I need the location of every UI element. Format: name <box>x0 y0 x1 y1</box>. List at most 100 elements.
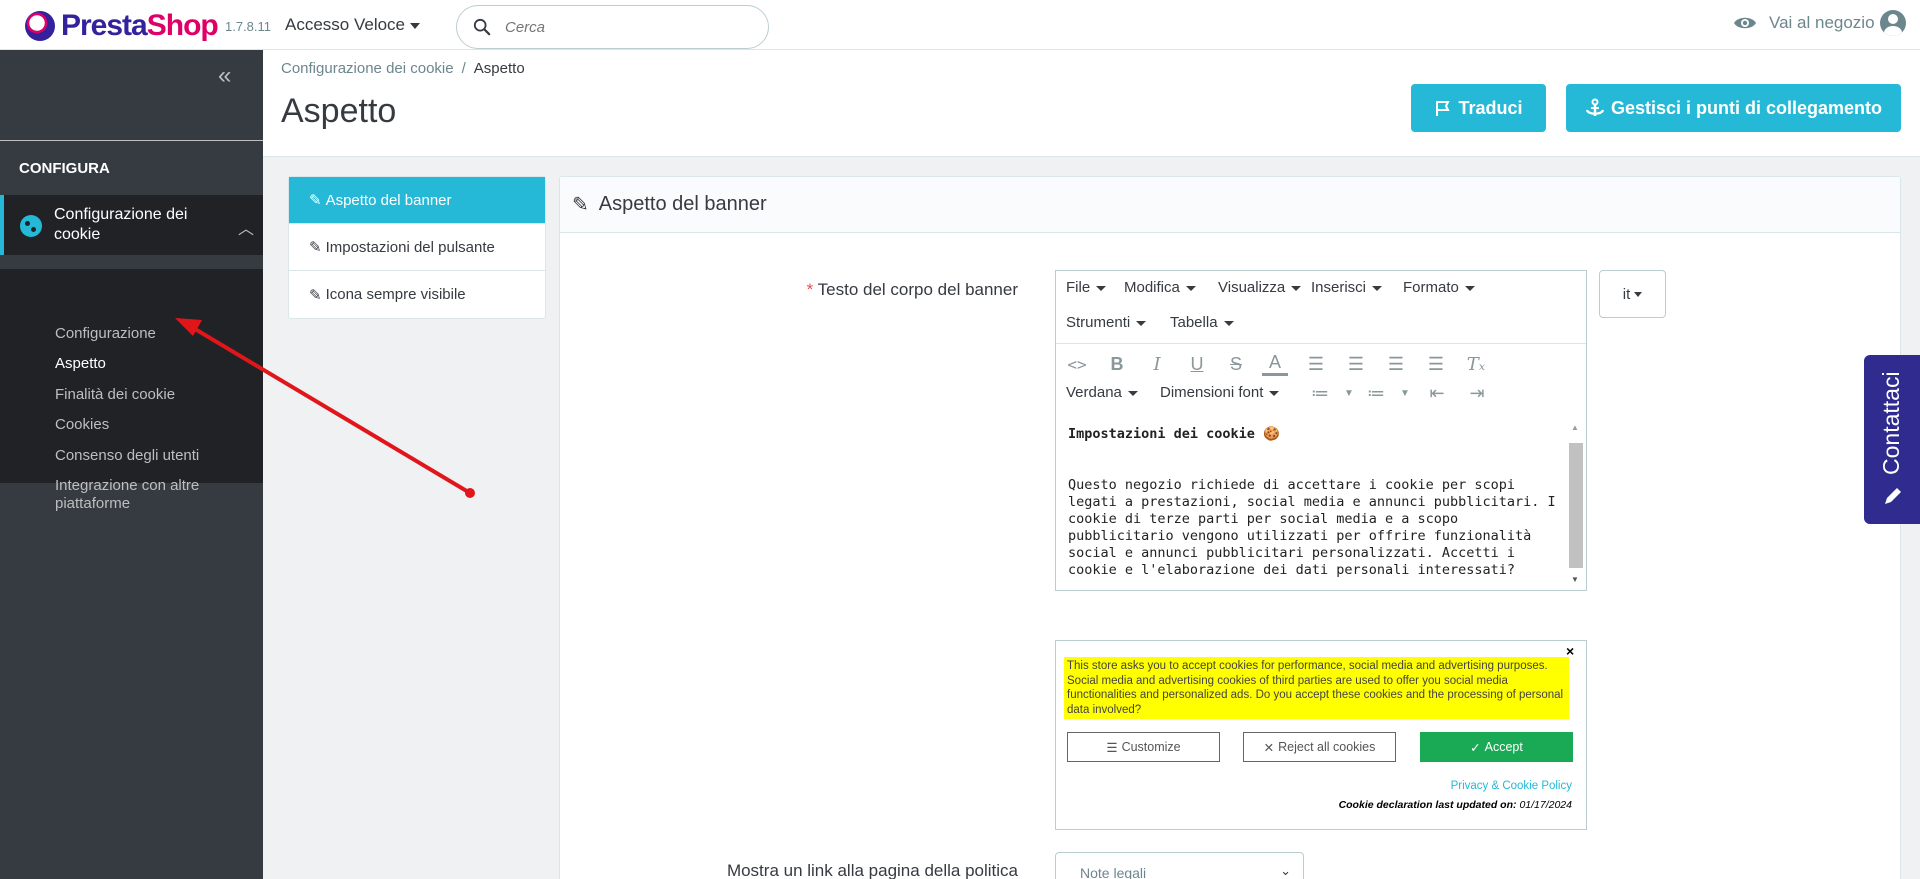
align-left-icon[interactable]: ☰ <box>1303 352 1329 376</box>
caret-down-icon <box>1464 285 1475 291</box>
caret-down-icon[interactable]: ▼ <box>1392 381 1418 405</box>
caret-down-icon[interactable]: ▼ <box>1336 381 1362 405</box>
clear-format-icon[interactable]: Tₓ <box>1463 352 1489 376</box>
policy-link-label: Mostra un link alla pagina della politic… <box>726 861 1018 879</box>
accept-button[interactable]: ✓ Accept <box>1420 732 1573 762</box>
menu-view[interactable]: Visualizza <box>1218 279 1302 296</box>
submenu-item-user-consent[interactable]: Consenso degli utenti <box>55 447 199 465</box>
logo-text: PrestaShop <box>61 9 219 42</box>
preview-banner-text: This store asks you to accept cookies fo… <box>1064 657 1569 719</box>
sidebar: « CONFIGURA Configurazione dei cookie ︿ … <box>0 50 263 879</box>
menu-edit[interactable]: Modifica <box>1124 279 1196 296</box>
pencil-icon: ✎ <box>309 192 322 209</box>
underline-icon[interactable]: U <box>1184 352 1210 376</box>
submenu-item-cookie-purposes[interactable]: Finalità dei cookie <box>55 386 175 404</box>
settings-tabs: ✎ Aspetto del banner ✎ Impostazioni del pu… <box>288 176 546 319</box>
anchor-icon <box>1585 98 1605 116</box>
view-shop-link[interactable]: Vai al negozio <box>1733 13 1875 33</box>
editor-content-title: Impostazioni dei cookie 🍪 <box>1068 426 1280 442</box>
caret-down-icon <box>410 22 421 29</box>
sliders-icon: ☰ <box>1106 740 1118 755</box>
bullet-list-icon[interactable]: ≔ <box>1307 381 1333 405</box>
pencil-icon: ✎ <box>309 286 322 304</box>
quick-access-dropdown[interactable]: Accesso Veloce <box>285 15 421 35</box>
sidebar-item-cookie-configuration[interactable]: Configurazione dei cookie ︿ <box>0 195 263 255</box>
pencil-icon: ✎ <box>572 194 589 216</box>
tab-label: Icona sempre visibile <box>325 286 466 303</box>
submenu-item-configuration[interactable]: Configurazione <box>55 325 156 343</box>
menu-tools[interactable]: Strumenti <box>1066 314 1147 331</box>
search-input[interactable] <box>505 16 745 38</box>
reject-all-button[interactable]: ✕ Reject all cookies <box>1243 732 1396 762</box>
font-size-select[interactable]: Dimensioni font <box>1160 384 1280 401</box>
translate-button[interactable]: Traduci <box>1411 84 1546 132</box>
panel-header: ✎ Aspetto del banner <box>560 177 1900 233</box>
customize-button[interactable]: ☰ Customize <box>1067 732 1220 762</box>
translate-label: Traduci <box>1458 97 1523 118</box>
rich-text-editor[interactable]: File Modifica Visualizza Inserisci Forma… <box>1055 270 1587 591</box>
manage-hooks-button[interactable]: Gestisci i punti di collegamento <box>1566 84 1901 132</box>
banner-appearance-panel: ✎ Aspetto del banner * Testo del corpo d… <box>559 176 1901 879</box>
manage-hooks-label: Gestisci i punti di collegamento <box>1610 97 1883 118</box>
caret-down-icon <box>1634 291 1643 297</box>
caret-down-icon <box>1136 320 1147 326</box>
indent-icon[interactable]: ⇥ <box>1464 381 1490 405</box>
tab-label: Impostazioni del pulsante <box>325 238 495 256</box>
prestashop-logo[interactable]: PrestaShop <box>25 9 219 43</box>
contact-us-tab[interactable]: Contattaci <box>1864 355 1920 524</box>
menu-insert[interactable]: Inserisci <box>1311 279 1383 296</box>
sidebar-divider <box>0 140 263 141</box>
double-chevron-left-icon[interactable]: « <box>218 62 231 90</box>
scrollbar-thumb[interactable] <box>1569 443 1583 568</box>
privacy-policy-link[interactable]: Privacy & Cookie Policy <box>1406 780 1572 792</box>
text-color-icon[interactable]: A <box>1262 352 1288 376</box>
outdent-icon[interactable]: ⇤ <box>1424 381 1450 405</box>
submenu-item-cookies[interactable]: Cookies <box>55 416 109 434</box>
search-box[interactable] <box>456 5 769 49</box>
menu-format[interactable]: Formato <box>1403 279 1475 296</box>
language-dropdown[interactable]: it <box>1599 270 1666 318</box>
editor-content[interactable]: Impostazioni dei cookie 🍪 Questo negozio… <box>1056 416 1574 590</box>
sidebar-section-heading: CONFIGURA <box>19 160 110 177</box>
menu-file[interactable]: File <box>1066 279 1107 296</box>
tab-always-visible-icon[interactable]: ✎ Icona sempre visibile <box>289 271 545 318</box>
top-header: PrestaShop 1.7.8.11 Accesso Veloce Vai a… <box>0 0 1920 50</box>
submenu-item-appearance[interactable]: Aspetto <box>55 355 106 373</box>
tab-button-settings[interactable]: ✎ Impostazioni del pulsante <box>289 224 545 271</box>
font-family-select[interactable]: Verdana <box>1066 384 1138 401</box>
menu-table[interactable]: Tabella <box>1170 314 1234 331</box>
page-title: Aspetto <box>281 92 397 130</box>
breadcrumb-parent-link[interactable]: Configurazione dei cookie <box>281 60 454 77</box>
caret-down-icon <box>1185 285 1196 291</box>
page-header: Configurazione dei cookie / Aspetto Aspett… <box>263 50 1920 157</box>
strikethrough-icon[interactable]: S <box>1223 352 1249 376</box>
numbered-list-icon[interactable]: ≔ <box>1363 381 1389 405</box>
editor-menubar: File Modifica Visualizza Inserisci Forma… <box>1056 271 1586 344</box>
tab-banner-appearance[interactable]: ✎ Aspetto del banner <box>289 177 545 224</box>
policy-page-select[interactable]: Note legali ⌄ <box>1055 852 1304 879</box>
caret-down-icon <box>1269 390 1280 396</box>
sidebar-item-label: Configurazione dei cookie <box>54 206 188 243</box>
caret-down-icon <box>1372 285 1383 291</box>
contact-us-label: Contattaci <box>1878 371 1904 475</box>
submenu-item-integrations[interactable]: Integrazione con altre piattaforme <box>55 477 245 513</box>
align-right-icon[interactable]: ☰ <box>1383 352 1409 376</box>
banner-preview: × This store asks you to accept cookies … <box>1055 640 1587 830</box>
chevron-down-icon: ⌄ <box>1280 863 1291 878</box>
user-icon[interactable] <box>1880 10 1906 36</box>
source-code-icon[interactable]: <> <box>1064 352 1090 376</box>
flag-icon <box>1436 101 1451 116</box>
align-center-icon[interactable]: ☰ <box>1343 352 1369 376</box>
align-justify-icon[interactable]: ☰ <box>1423 352 1449 376</box>
cookie-declaration-note: Cookie declaration last updated on: 01/1… <box>1338 799 1572 811</box>
breadcrumb: Configurazione dei cookie / Aspetto <box>281 60 525 77</box>
bold-icon[interactable]: B <box>1104 352 1130 376</box>
editor-scrollbar[interactable]: ▲ ▼ <box>1566 421 1584 589</box>
close-icon: ✕ <box>1263 740 1275 755</box>
pencil-icon <box>1885 488 1901 504</box>
italic-icon[interactable]: I <box>1144 352 1170 376</box>
panel-title: Aspetto del banner <box>598 193 767 215</box>
chevron-up-icon: ︿ <box>238 221 255 238</box>
caret-down-icon <box>1127 390 1138 396</box>
version-label: 1.7.8.11 <box>225 19 272 34</box>
